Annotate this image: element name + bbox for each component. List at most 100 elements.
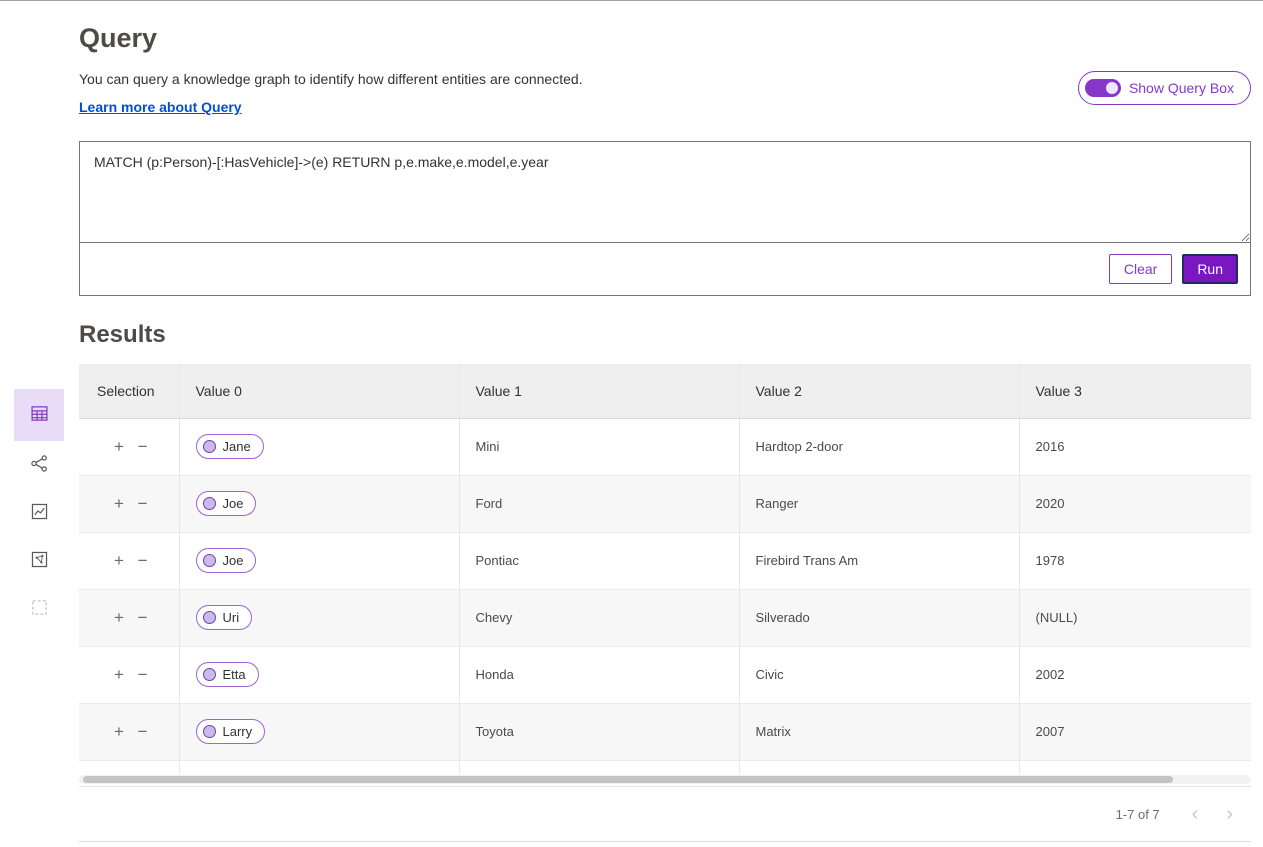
selection-cell: + − xyxy=(79,418,179,475)
entity-pill[interactable]: Joe xyxy=(196,548,257,573)
entity-pill[interactable]: Jane xyxy=(196,434,264,459)
clear-button[interactable]: Clear xyxy=(1109,254,1172,284)
value3-cell xyxy=(1019,760,1251,773)
add-to-selection-button[interactable]: + xyxy=(109,721,129,742)
remove-from-selection-button[interactable]: − xyxy=(133,664,153,685)
selection-cell: + − xyxy=(79,760,179,773)
value0-cell: Etta xyxy=(179,646,459,703)
selection-cell: + − xyxy=(79,475,179,532)
value2-cell: Civic xyxy=(739,646,1019,703)
chevron-left-icon: ‹ xyxy=(1192,803,1199,825)
entity-pill[interactable]: Uri xyxy=(196,605,253,630)
next-page-button[interactable]: › xyxy=(1222,804,1237,824)
value3-cell: 2016 xyxy=(1019,418,1251,475)
table-row: + − Larry Toyota Matrix 2007 xyxy=(79,703,1251,760)
link-chart-view-button[interactable] xyxy=(14,441,64,489)
horizontal-scrollbar[interactable] xyxy=(79,775,1251,784)
value2-cell: Hardtop 2-door xyxy=(739,418,1019,475)
remove-from-selection-button[interactable]: − xyxy=(133,607,153,628)
entity-node-icon xyxy=(203,554,216,567)
selection-cell: + − xyxy=(79,589,179,646)
intro-text: You can query a knowledge graph to ident… xyxy=(79,69,583,117)
table-row: + − xyxy=(79,760,1251,773)
table-footer: 1-7 of 7 ‹ › xyxy=(79,786,1251,842)
entity-node-icon xyxy=(203,668,216,681)
table-header: Selection Value 0 Value 1 Value 2 Value … xyxy=(79,364,1251,418)
query-box: Clear Run xyxy=(79,141,1251,296)
toggle-label: Show Query Box xyxy=(1129,80,1234,96)
toggle-knob xyxy=(1106,82,1118,94)
query-page: Query You can query a knowledge graph to… xyxy=(0,1,1263,842)
query-actions: Clear Run xyxy=(80,243,1250,295)
show-query-box-toggle[interactable]: Show Query Box xyxy=(1078,71,1251,105)
link-chart-icon xyxy=(30,454,49,476)
value3-cell: 2020 xyxy=(1019,475,1251,532)
value1-cell: Chevy xyxy=(459,589,739,646)
previous-page-button[interactable]: ‹ xyxy=(1188,804,1203,824)
entity-pill[interactable]: Joe xyxy=(196,491,257,516)
results-tbody: + − Jane Mini Hardtop 2-door 2016 + − Jo… xyxy=(79,418,1251,773)
pager: ‹ › xyxy=(1188,804,1237,824)
value2-cell: Silverado xyxy=(739,589,1019,646)
value0-cell: Larry xyxy=(179,703,459,760)
remove-from-selection-button[interactable]: − xyxy=(133,721,153,742)
query-input[interactable] xyxy=(80,142,1250,243)
results-panel: Selection Value 0 Value 1 Value 2 Value … xyxy=(79,364,1251,842)
selection-tools-button[interactable] xyxy=(14,585,64,633)
chevron-right-icon: › xyxy=(1226,803,1233,825)
value3-cell: 2002 xyxy=(1019,646,1251,703)
value0-cell: Joe xyxy=(179,475,459,532)
add-to-selection-button[interactable]: + xyxy=(109,550,129,571)
entity-pill[interactable]: Larry xyxy=(196,719,266,744)
remove-from-selection-button[interactable]: − xyxy=(133,550,153,571)
run-button[interactable]: Run xyxy=(1182,254,1238,284)
value3-cell: 2007 xyxy=(1019,703,1251,760)
table-row: + − Joe Ford Ranger 2020 xyxy=(79,475,1251,532)
learn-more-link[interactable]: Learn more about Query xyxy=(79,99,242,115)
map-icon xyxy=(30,550,49,572)
value0-cell: Joe xyxy=(179,532,459,589)
pagination-label: 1-7 of 7 xyxy=(1116,807,1160,822)
value1-cell: Toyota xyxy=(459,703,739,760)
value1-cell: Ford xyxy=(459,475,739,532)
selection-cell: + − xyxy=(79,646,179,703)
entity-label: Joe xyxy=(223,553,244,568)
add-to-selection-button[interactable]: + xyxy=(109,664,129,685)
remove-from-selection-button[interactable]: − xyxy=(133,436,153,457)
entity-label: Joe xyxy=(223,496,244,511)
entity-label: Larry xyxy=(223,724,253,739)
selection-cell: + − xyxy=(79,703,179,760)
value0-cell xyxy=(179,760,459,773)
table-row: + − Etta Honda Civic 2002 xyxy=(79,646,1251,703)
value2-cell: Matrix xyxy=(739,703,1019,760)
entity-label: Etta xyxy=(223,667,246,682)
entity-node-icon xyxy=(203,497,216,510)
entity-node-icon xyxy=(203,725,216,738)
chart-view-button[interactable] xyxy=(14,489,64,537)
column-header-value1: Value 1 xyxy=(459,364,739,418)
value2-cell xyxy=(739,760,1019,773)
value1-cell: Mini xyxy=(459,418,739,475)
value0-cell: Uri xyxy=(179,589,459,646)
value2-cell: Firebird Trans Am xyxy=(739,532,1019,589)
value2-cell: Ranger xyxy=(739,475,1019,532)
selection-rect-icon xyxy=(30,598,49,620)
entity-pill[interactable]: Etta xyxy=(196,662,259,687)
add-to-selection-button[interactable]: + xyxy=(109,607,129,628)
value1-cell: Pontiac xyxy=(459,532,739,589)
entity-label: Uri xyxy=(223,610,240,625)
table-row: + − Jane Mini Hardtop 2-door 2016 xyxy=(79,418,1251,475)
entity-label: Jane xyxy=(223,439,251,454)
value3-cell: 1978 xyxy=(1019,532,1251,589)
horizontal-scrollbar-thumb[interactable] xyxy=(83,776,1173,783)
results-table-viewport: Selection Value 0 Value 1 Value 2 Value … xyxy=(79,364,1251,773)
value1-cell: Honda xyxy=(459,646,739,703)
add-to-selection-button[interactable]: + xyxy=(109,493,129,514)
map-view-button[interactable] xyxy=(14,537,64,585)
value0-cell: Jane xyxy=(179,418,459,475)
chart-icon xyxy=(30,502,49,524)
table-view-button[interactable] xyxy=(14,389,64,441)
page-description: You can query a knowledge graph to ident… xyxy=(79,69,583,89)
add-to-selection-button[interactable]: + xyxy=(109,436,129,457)
remove-from-selection-button[interactable]: − xyxy=(133,493,153,514)
